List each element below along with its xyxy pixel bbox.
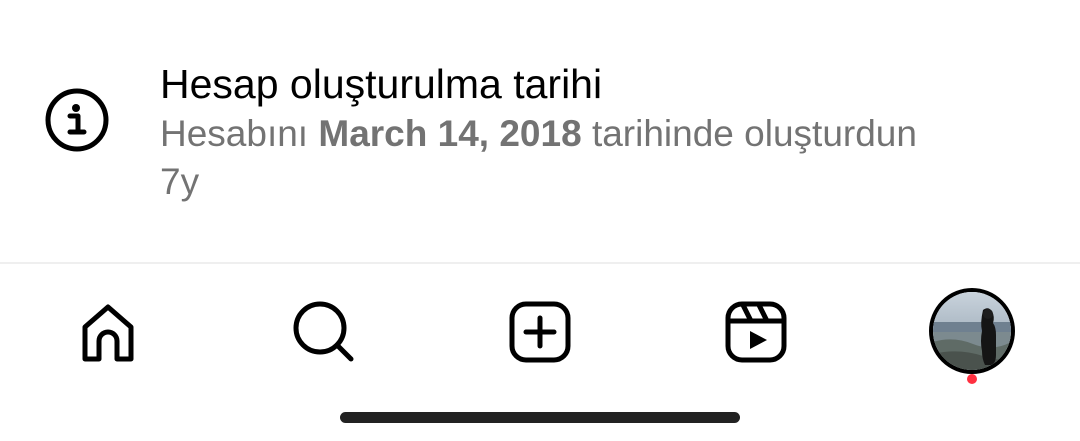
home-indicator-bar[interactable] [340,412,740,423]
account-about-screen: Hesap oluşturulma tarihi Hesabını March … [0,0,1080,441]
info-icon [44,87,110,153]
profile-avatar [929,288,1015,374]
tab-reels[interactable] [696,264,816,400]
account-creation-text: Hesap oluşturulma tarihi Hesabını March … [160,58,1040,206]
notification-dot [967,374,977,384]
tab-profile[interactable] [929,288,1015,374]
account-creation-row: Hesap oluşturulma tarihi Hesabını March … [0,0,1080,262]
tab-create[interactable] [480,264,600,400]
account-creation-description: Hesabını March 14, 2018 tarihinde oluştu… [160,110,1040,158]
account-creation-title: Hesap oluşturulma tarihi [160,61,603,107]
search-icon [293,301,354,362]
description-suffix: tarihinde oluşturdun [581,113,917,154]
creation-date: March 14, 2018 [318,113,582,154]
description-prefix: Hesabını [160,113,319,154]
tab-search[interactable] [264,264,384,400]
create-plus-icon [509,301,571,363]
bottom-tab-bar [0,264,1080,400]
tab-home[interactable] [48,264,168,400]
account-age: 7y [160,161,200,202]
home-icon [82,304,134,362]
reels-icon [725,301,787,363]
